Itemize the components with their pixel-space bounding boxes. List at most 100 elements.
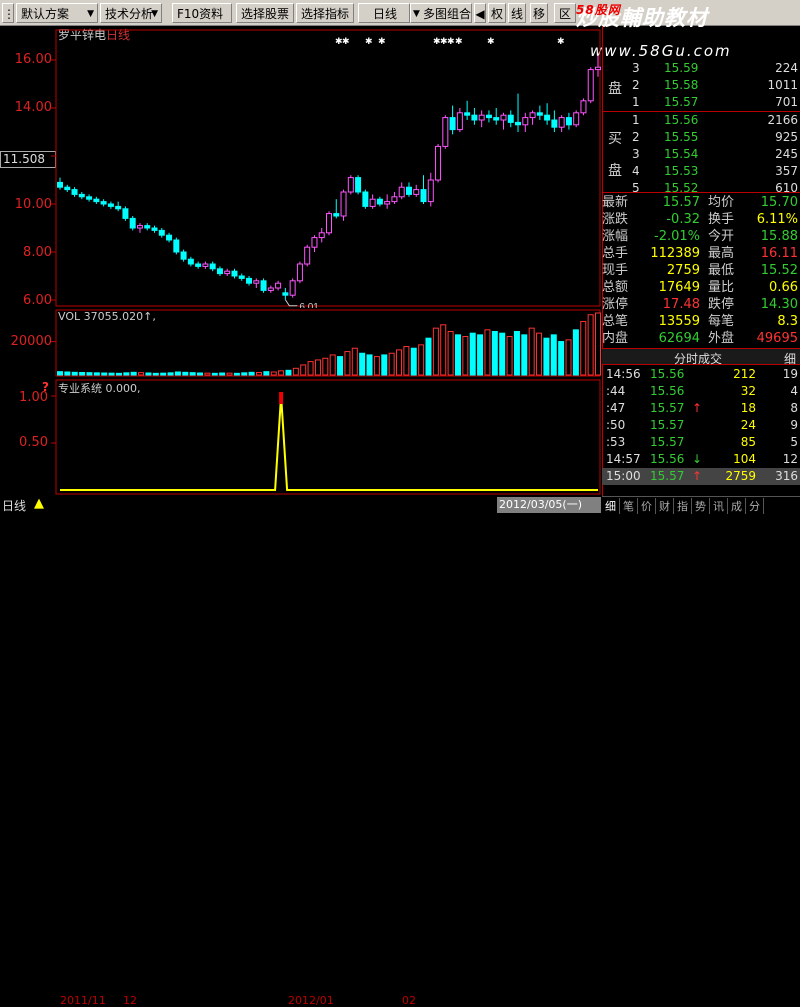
tab-quan[interactable]: 权: [488, 3, 506, 23]
indicator-chart[interactable]: [0, 378, 602, 496]
quote-value: 17649: [658, 280, 700, 295]
candle-body: [304, 246, 311, 265]
period-indicator[interactable]: 日线: [2, 497, 26, 514]
candle-body: [435, 145, 442, 181]
caret-left-icon: ◀: [475, 7, 485, 21]
side-tab[interactable]: 讯: [710, 498, 728, 514]
candle-body: [522, 117, 529, 126]
ticks-detail-tab[interactable]: 细: [784, 350, 796, 367]
price-frame: [55, 29, 601, 307]
side-tab[interactable]: 势: [692, 498, 710, 514]
side-tab[interactable]: 细: [602, 498, 620, 514]
triangle-up-icon[interactable]: ▲: [34, 496, 44, 511]
trade-tick-row[interactable]: :50 15.57 24 9: [602, 417, 800, 434]
quote-label: 涨跌: [602, 212, 629, 227]
orderbook-buy-row[interactable]: 4 15.53 357: [602, 163, 800, 180]
trade-tick-row[interactable]: :53 15.57 85 5: [602, 434, 800, 451]
candle-body: [224, 270, 231, 275]
trade-tick-row[interactable]: :47 15.57 ↑ 18 8: [602, 400, 800, 417]
side-tab[interactable]: 财: [656, 498, 674, 514]
orderbook-buy-row[interactable]: 3 15.54 245: [602, 146, 800, 163]
candle-body: [384, 201, 391, 205]
order-price: 15.58: [664, 78, 699, 92]
candle-body: [587, 69, 594, 102]
candle-body: [282, 292, 289, 296]
select-indicator-label: 选择指标: [301, 7, 350, 21]
trade-tick-row[interactable]: :44 15.56 32 4: [602, 383, 800, 400]
candle-body: [246, 277, 253, 284]
tick-price: 15.57: [650, 435, 685, 449]
trade-tick-row[interactable]: 14:56 15.56 212 19: [602, 366, 800, 383]
volume-bar: [270, 371, 277, 376]
candle-body: [129, 217, 136, 229]
volume-bar: [145, 372, 152, 376]
signal-star: ✱: [447, 37, 455, 47]
tech-analysis-dropdown[interactable]: 技术分析 ▼: [100, 3, 162, 23]
scroll-left-button[interactable]: ◀: [474, 3, 486, 23]
period-label: 日线: [373, 7, 398, 21]
toolbar-grip[interactable]: ⋮: [2, 3, 14, 23]
candle-body: [565, 117, 572, 126]
volume-bar: [248, 371, 255, 376]
period-dropdown[interactable]: 日线: [358, 3, 410, 23]
candle-body: [376, 198, 383, 205]
candle-body: [333, 213, 340, 217]
multi-chart-dropdown[interactable]: ▼ 多图组合: [410, 3, 472, 23]
select-indicator-button[interactable]: 选择指标: [296, 3, 354, 23]
side-tab[interactable]: 指: [674, 498, 692, 514]
tab-qu[interactable]: 区: [554, 3, 576, 23]
quote-row: 最新 15.57 均价 15.70: [602, 194, 800, 211]
candle-body: [289, 280, 296, 296]
order-level: 1: [632, 113, 640, 127]
candle-body: [551, 119, 558, 128]
order-price: 15.57: [664, 95, 699, 109]
f10-button[interactable]: F10资料: [172, 3, 232, 23]
tick-price: 15.57: [650, 418, 685, 432]
tab-xian-label: 线: [510, 7, 523, 21]
volume-bar: [123, 372, 130, 376]
tick-time: 15:00: [606, 469, 641, 483]
volume-bar: [543, 337, 550, 376]
side-tab[interactable]: 分: [746, 498, 764, 514]
tab-qu-label: 区: [558, 7, 571, 21]
select-stock-button[interactable]: 选择股票: [236, 3, 294, 23]
volume-bar: [101, 372, 108, 376]
scheme-dropdown[interactable]: 默认方案 ▼: [16, 3, 98, 23]
orderbook-buy-row[interactable]: 2 15.55 925: [602, 129, 800, 146]
volume-bar: [138, 372, 145, 376]
volume-bar: [174, 371, 181, 376]
candle-body: [544, 114, 551, 121]
order-level: 2: [632, 130, 640, 144]
candle-body: [311, 237, 318, 248]
side-tab[interactable]: 笔: [620, 498, 638, 514]
orderbook-buy-row[interactable]: 1 15.56 2166: [602, 112, 800, 129]
side-tab[interactable]: 成: [728, 498, 746, 514]
trade-tick-row[interactable]: 15:00 15.57 ↑ 2759 316: [602, 468, 800, 485]
orderbook-sell-row[interactable]: 2 15.58 1011: [602, 77, 800, 94]
quote-value: 62694: [658, 331, 700, 346]
candle-body: [536, 112, 543, 116]
side-tab[interactable]: 价: [638, 498, 656, 514]
chevron-down-icon: ▼: [151, 9, 158, 19]
orderbook-sell-row[interactable]: 1 15.57 701: [602, 94, 800, 111]
tab-yi[interactable]: 移: [530, 3, 548, 23]
quote-value: 8.3: [777, 314, 798, 329]
tick-price: 15.56: [650, 452, 685, 466]
watermark-text-2: 58股网: [576, 3, 621, 17]
orderbook-sell-row[interactable]: 3 15.59 224: [602, 60, 800, 77]
order-volume: 357: [775, 164, 798, 178]
volume-bar: [322, 357, 329, 376]
volume-chart[interactable]: [0, 308, 602, 378]
tick-count: 316: [775, 469, 798, 483]
quote-value: 112389: [650, 246, 700, 261]
volume-bar: [373, 356, 380, 376]
tick-time: :53: [606, 435, 626, 449]
candle-body: [471, 114, 478, 121]
tick-volume: 85: [740, 435, 756, 449]
tick-price: 15.57: [650, 469, 685, 483]
candle-body: [493, 117, 500, 121]
tab-xian[interactable]: 线: [508, 3, 526, 23]
price-chart[interactable]: 6.01✱ ✱ ✱ ✱ ✱ ✱ ✱ ✱ ✱ ✱: [0, 26, 602, 308]
candle-body: [296, 263, 303, 282]
trade-tick-row[interactable]: 14:57 15.56 ↓ 104 12: [602, 451, 800, 468]
